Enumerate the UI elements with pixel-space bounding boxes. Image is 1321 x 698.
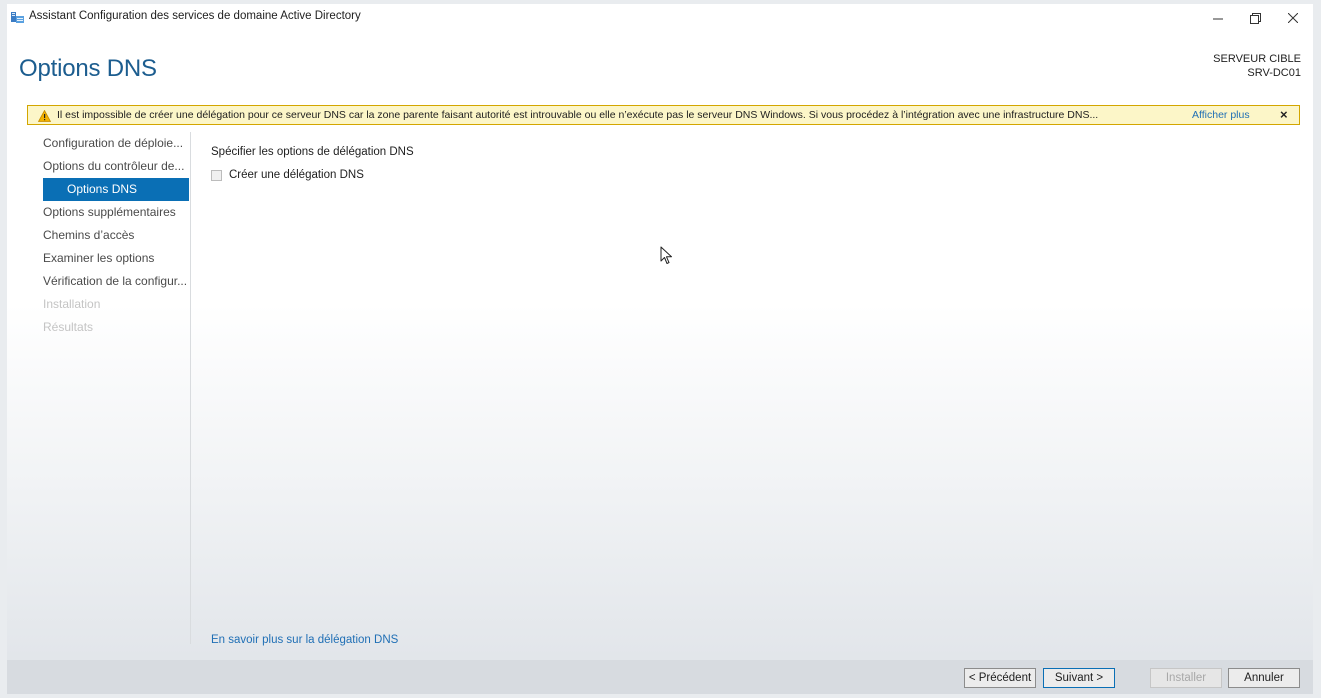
- dismiss-warning-button[interactable]: ×: [1280, 107, 1288, 122]
- minimize-button[interactable]: [1200, 6, 1236, 30]
- previous-button[interactable]: < Précédent: [964, 668, 1036, 688]
- show-more-link[interactable]: Afficher plus: [1192, 109, 1250, 121]
- step-paths[interactable]: Chemins d’accès: [35, 224, 189, 247]
- target-server-name: SRV-DC01: [1247, 67, 1301, 79]
- checkbox-label[interactable]: Créer une délégation DNS: [229, 169, 364, 181]
- next-button[interactable]: Suivant >: [1043, 668, 1115, 688]
- cancel-button[interactable]: Annuler: [1228, 668, 1300, 688]
- warning-banner: Il est impossible de créer une délégatio…: [27, 105, 1300, 125]
- restore-icon: [1249, 12, 1261, 24]
- install-button: Installer: [1150, 668, 1222, 688]
- create-dns-delegation-checkbox[interactable]: Créer une délégation DNS: [211, 167, 364, 183]
- checkbox-box[interactable]: [211, 169, 222, 181]
- close-window-button[interactable]: [1275, 6, 1311, 30]
- step-deployment-configuration[interactable]: Configuration de déploie...: [35, 132, 189, 155]
- page-title: Options DNS: [19, 55, 157, 82]
- step-results: Résultats: [43, 320, 94, 334]
- close-icon: [1288, 13, 1298, 23]
- window-title: Assistant Configuration des services de …: [29, 10, 361, 22]
- step-review-options[interactable]: Examiner les options: [35, 247, 189, 270]
- wizard-footer: < Précédent Suivant > Installer Annuler: [7, 660, 1313, 694]
- step-domain-controller-options[interactable]: Options du contrôleur de...: [35, 155, 189, 178]
- warning-icon: [37, 109, 52, 122]
- target-server-info: SERVEUR CIBLE SRV-DC01: [1213, 52, 1301, 80]
- restore-button[interactable]: [1237, 6, 1273, 30]
- wizard-window: Assistant Configuration des services de …: [7, 4, 1313, 694]
- warning-text: Il est impossible de créer une délégatio…: [57, 109, 1099, 121]
- mouse-pointer-icon: [660, 246, 674, 266]
- sidebar-divider: [190, 132, 191, 644]
- step-installation: Installation: [43, 297, 101, 311]
- wizard-steps-nav: Configuration de déploie... Options du c…: [35, 132, 189, 339]
- section-label: Spécifier les options de délégation DNS: [211, 146, 414, 158]
- step-additional-options[interactable]: Options supplémentaires: [35, 201, 189, 224]
- server-manager-icon: [11, 11, 24, 23]
- learn-more-dns-delegation-link[interactable]: En savoir plus sur la délégation DNS: [211, 634, 398, 646]
- target-server-label: SERVEUR CIBLE: [1213, 53, 1301, 65]
- step-dns-options[interactable]: Options DNS: [43, 178, 189, 201]
- minimize-icon: [1213, 13, 1223, 23]
- title-bar: Assistant Configuration des services de …: [7, 4, 1313, 30]
- step-prerequisites-check[interactable]: Vérification de la configur...: [35, 270, 189, 293]
